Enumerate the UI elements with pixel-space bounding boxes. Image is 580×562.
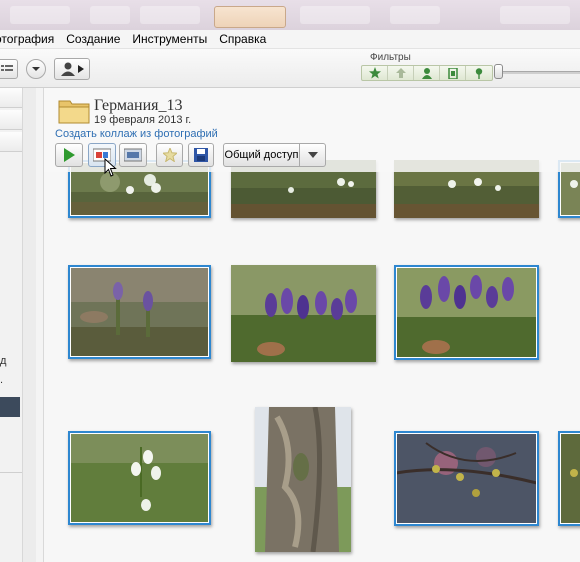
menu-bar: отография Создание Инструменты Справка <box>0 30 580 49</box>
film-icon <box>447 67 458 79</box>
title-bar-blur <box>10 6 70 24</box>
share-button[interactable]: Общий доступ <box>223 143 300 167</box>
photo-thumbnail[interactable] <box>231 265 376 362</box>
list-view-icon <box>1 65 13 71</box>
left-panel-cut-text: д <box>0 355 7 367</box>
title-bar-blur <box>140 6 200 24</box>
pin-icon <box>475 67 483 79</box>
filter-slider-thumb[interactable] <box>494 64 503 79</box>
person-play-icon <box>61 62 84 76</box>
filter-video[interactable] <box>440 66 466 80</box>
person-play-button[interactable] <box>54 58 90 80</box>
menu-create[interactable]: Создание <box>60 32 126 46</box>
play-icon <box>64 148 75 162</box>
photo-thumbnail[interactable] <box>558 431 580 526</box>
photo-thumbnail[interactable] <box>68 265 211 359</box>
left-panel: д . <box>0 88 36 562</box>
chevron-down-icon <box>307 152 318 158</box>
left-panel-row[interactable] <box>0 132 22 152</box>
movie-icon <box>124 148 142 162</box>
play-slideshow-button[interactable] <box>55 143 83 167</box>
photo-image <box>70 267 209 357</box>
photo-image <box>396 433 537 524</box>
album-title[interactable]: Германия_13 <box>94 97 183 115</box>
photo-thumbnail[interactable] <box>255 407 351 552</box>
filter-uploaded[interactable] <box>388 66 414 80</box>
photo-image <box>396 267 537 358</box>
view-list-button[interactable] <box>0 59 18 79</box>
left-panel-cut-text: . <box>0 374 4 386</box>
title-bar-blur <box>90 6 130 24</box>
left-panel-row[interactable] <box>0 110 22 130</box>
photo-image <box>255 407 351 552</box>
photo-thumbnail[interactable] <box>68 431 211 525</box>
photo-thumbnail[interactable] <box>394 265 539 360</box>
filters-label: Фильтры <box>370 52 411 63</box>
share-dropdown-button[interactable] <box>300 143 326 167</box>
star-button[interactable] <box>156 143 183 167</box>
person-icon <box>421 67 432 79</box>
menu-help[interactable]: Справка <box>213 32 272 46</box>
left-panel-row[interactable] <box>0 88 22 108</box>
mouse-cursor-icon <box>104 158 117 177</box>
left-panel-scrollbar[interactable] <box>22 88 36 562</box>
menu-photo[interactable]: отография <box>0 32 60 46</box>
photo-image <box>560 433 580 524</box>
folder-icon <box>58 100 90 124</box>
menu-tools[interactable]: Инструменты <box>126 32 213 46</box>
title-bar-blur <box>500 6 570 24</box>
upload-arrow-icon <box>395 68 406 78</box>
filter-geotagged[interactable] <box>466 66 492 80</box>
create-movie-button[interactable] <box>119 143 147 167</box>
title-bar-blur <box>390 6 440 24</box>
panel-splitter[interactable] <box>36 88 44 562</box>
filter-faces[interactable] <box>414 66 440 80</box>
dropdown-button[interactable] <box>26 59 46 79</box>
photo-image <box>70 433 209 523</box>
filter-starred[interactable] <box>362 66 388 80</box>
title-bar-blur <box>300 6 370 24</box>
filter-group <box>361 65 493 81</box>
album-date: 19 февраля 2013 г. <box>94 114 192 126</box>
floppy-disk-icon <box>194 148 208 162</box>
star-icon <box>162 148 177 162</box>
filter-slider-track[interactable] <box>500 71 580 74</box>
photo-thumbnail[interactable] <box>394 431 539 526</box>
collage-tooltip: Создать коллаж из фотографий <box>55 128 218 140</box>
title-bar <box>0 0 580 30</box>
title-bar-active-button[interactable] <box>214 6 286 28</box>
left-panel-selected-item[interactable] <box>0 397 20 417</box>
left-panel-divider <box>0 472 22 473</box>
app-window: отография Создание Инструменты Справка Ф… <box>0 0 580 562</box>
chevron-down-icon <box>32 67 40 71</box>
photo-image <box>231 265 376 362</box>
save-button[interactable] <box>188 143 214 167</box>
star-icon <box>368 67 381 79</box>
